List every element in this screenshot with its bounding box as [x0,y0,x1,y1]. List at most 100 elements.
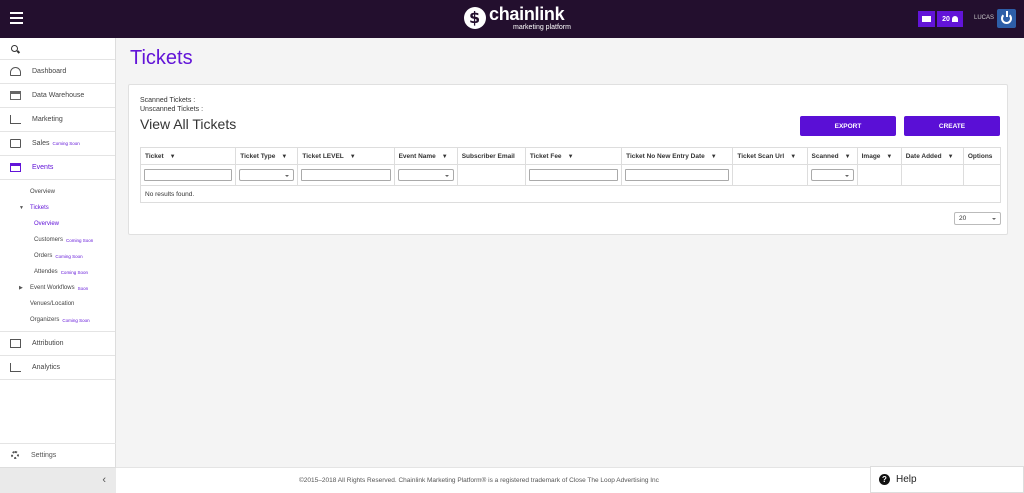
money-icon [10,139,21,148]
sidebar-subitem-label: Organizers [30,317,60,323]
coming-soon-badge: Coming Soon [66,237,94,243]
sidebar-subitem-tickets-overview[interactable]: Overview [0,216,115,232]
column-header-image[interactable]: Image ▼ [856,147,902,165]
create-button[interactable]: CREATE [904,116,1000,136]
sidebar-subitem-label: Attendes [34,269,58,275]
sidebar-subitem-organizers[interactable]: Organizers Coming Soon [0,312,115,328]
help-button[interactable]: ? Help [870,466,1024,493]
column-header-event-name[interactable]: Event Name ▼ [393,147,458,165]
gear-icon [11,451,19,459]
sidebar-item-label: Settings [31,451,57,459]
sidebar-item-label: Data Warehouse [32,92,85,99]
empty-filter-cell [732,164,808,186]
question-icon: ? [879,474,890,485]
sidebar-collapse-button[interactable]: ‹ [0,467,116,493]
coming-soon-badge: Coming Soon [60,269,88,275]
envelope-icon [922,16,931,22]
column-header-ticket[interactable]: Ticket ▼ [139,147,237,165]
column-label: Options [967,152,993,160]
hamburger-menu-icon[interactable] [10,12,23,24]
search-icon [11,45,18,52]
table-header-row: Ticket ▼ Ticket Type ▼ Ticket LEVEL ▼ Event… [139,147,1002,165]
coming-soon-badge: Coming Soon [52,141,80,146]
column-label: Ticket Scan Url [737,152,785,160]
logo-mark-icon [464,7,486,29]
no-results-message: No results found. [140,185,1001,203]
notifications-button[interactable]: 20 [937,11,963,27]
user-name[interactable]: LUCAS [974,15,994,21]
messages-button[interactable] [918,11,935,27]
warehouse-icon [10,91,21,100]
sidebar-subitem-event-workflows[interactable]: ▶ Event Workflows Soon [0,280,115,296]
sidebar-item-attribution[interactable]: Attribution [0,332,115,356]
column-label: Ticket [145,152,164,160]
column-header-ticket-type[interactable]: Ticket Type ▼ [235,147,299,165]
column-label: Ticket LEVEL [302,152,344,160]
ticket-level-filter-input[interactable] [301,169,391,181]
empty-filter-cell [456,164,526,186]
sidebar-item-analytics[interactable]: Analytics [0,356,115,380]
coming-soon-badge: Soon [77,285,89,291]
sidebar-subitem-orders[interactable]: Orders Coming Soon [0,248,115,264]
sidebar-item-events[interactable]: Events [0,156,115,180]
scanned-filter-select[interactable] [810,169,854,181]
empty-filter-cell [856,164,902,186]
sort-caret-icon: ▼ [281,153,288,160]
page-size-select[interactable]: 20 [954,212,1001,225]
dashboard-icon [10,67,21,76]
column-label: Ticket Fee [529,152,562,160]
sidebar-item-label: Attribution [32,340,64,347]
column-header-ticket-level[interactable]: Ticket LEVEL ▼ [297,147,395,165]
column-header-ticket-scan-url[interactable]: Ticket Scan Url ▼ [732,147,808,165]
sidebar-item-marketing[interactable]: Marketing [0,108,115,132]
top-header: chainlink marketing platform 20 LUCAS [0,0,1024,38]
notification-count: 20 [942,15,950,23]
table-row: No results found. [140,185,1001,203]
column-header-scanned[interactable]: Scanned ▼ [806,147,858,165]
sidebar-subitem-label: Tickets [30,205,49,211]
sidebar-item-dashboard[interactable]: Dashboard [0,60,115,84]
sort-caret-icon: ▼ [441,153,448,160]
sidebar-item-label: Dashboard [32,68,67,75]
ticket-filter-input[interactable] [144,169,233,181]
sidebar-item-label: Marketing [32,116,63,123]
bar-chart-icon [10,363,21,372]
logout-button[interactable] [997,9,1016,28]
sidebar-item-label: Analytics [32,364,61,371]
sidebar-item-settings[interactable]: Settings [0,443,116,466]
brand-logo[interactable]: chainlink marketing platform [464,5,571,31]
presentation-icon [10,339,21,348]
ticket-type-filter-select[interactable] [239,169,295,181]
unscanned-tickets-stat: Unscanned Tickets : [140,106,204,113]
empty-filter-cell [962,164,1002,186]
sidebar-search[interactable] [0,38,115,60]
sort-caret-icon: ▼ [844,153,851,160]
column-header-ticket-no-new-entry-date[interactable]: Ticket No New Entry Date ▼ [621,147,734,165]
column-label: Scanned [811,152,839,160]
card-title: View All Tickets [140,116,237,132]
sidebar-subitem-label: Event Workflows [30,285,75,291]
ticket-fee-filter-input[interactable] [528,169,619,181]
sort-caret-icon: ▼ [886,153,893,160]
sidebar-subitem-overview[interactable]: Overview [0,184,115,200]
line-chart-icon [10,115,21,124]
sidebar-subitem-tickets[interactable]: ▼ Tickets [0,200,115,216]
chevron-left-icon: ‹ [102,474,106,486]
sidebar-item-data-warehouse[interactable]: Data Warehouse [0,84,115,108]
brand-name: chainlink [489,4,565,24]
column-label: Ticket Type [240,152,276,160]
sidebar-subitem-venues[interactable]: Venues/Location [0,296,115,312]
caret-right-icon: ▶ [19,285,23,291]
sidebar-item-sales[interactable]: Sales Coming Soon [0,132,115,156]
caret-down-icon: ▼ [19,205,24,211]
column-header-ticket-fee[interactable]: Ticket Fee ▼ [524,147,623,165]
event-name-filter-select[interactable] [397,169,454,181]
sidebar-subitem-attendes[interactable]: Attendes Coming Soon [0,264,115,280]
entry-date-filter-input[interactable] [625,169,730,181]
sidebar-subitem-customers[interactable]: Customers Coming Soon [0,232,115,248]
export-button[interactable]: EXPORT [800,116,896,136]
brand-tagline: marketing platform [513,24,571,31]
copyright-text: ©2015–2018 All Rights Reserved. Chainlin… [299,477,659,484]
column-header-date-added[interactable]: Date Added ▼ [900,147,964,165]
events-submenu: Overview ▼ Tickets Overview Customers Co… [0,180,115,332]
